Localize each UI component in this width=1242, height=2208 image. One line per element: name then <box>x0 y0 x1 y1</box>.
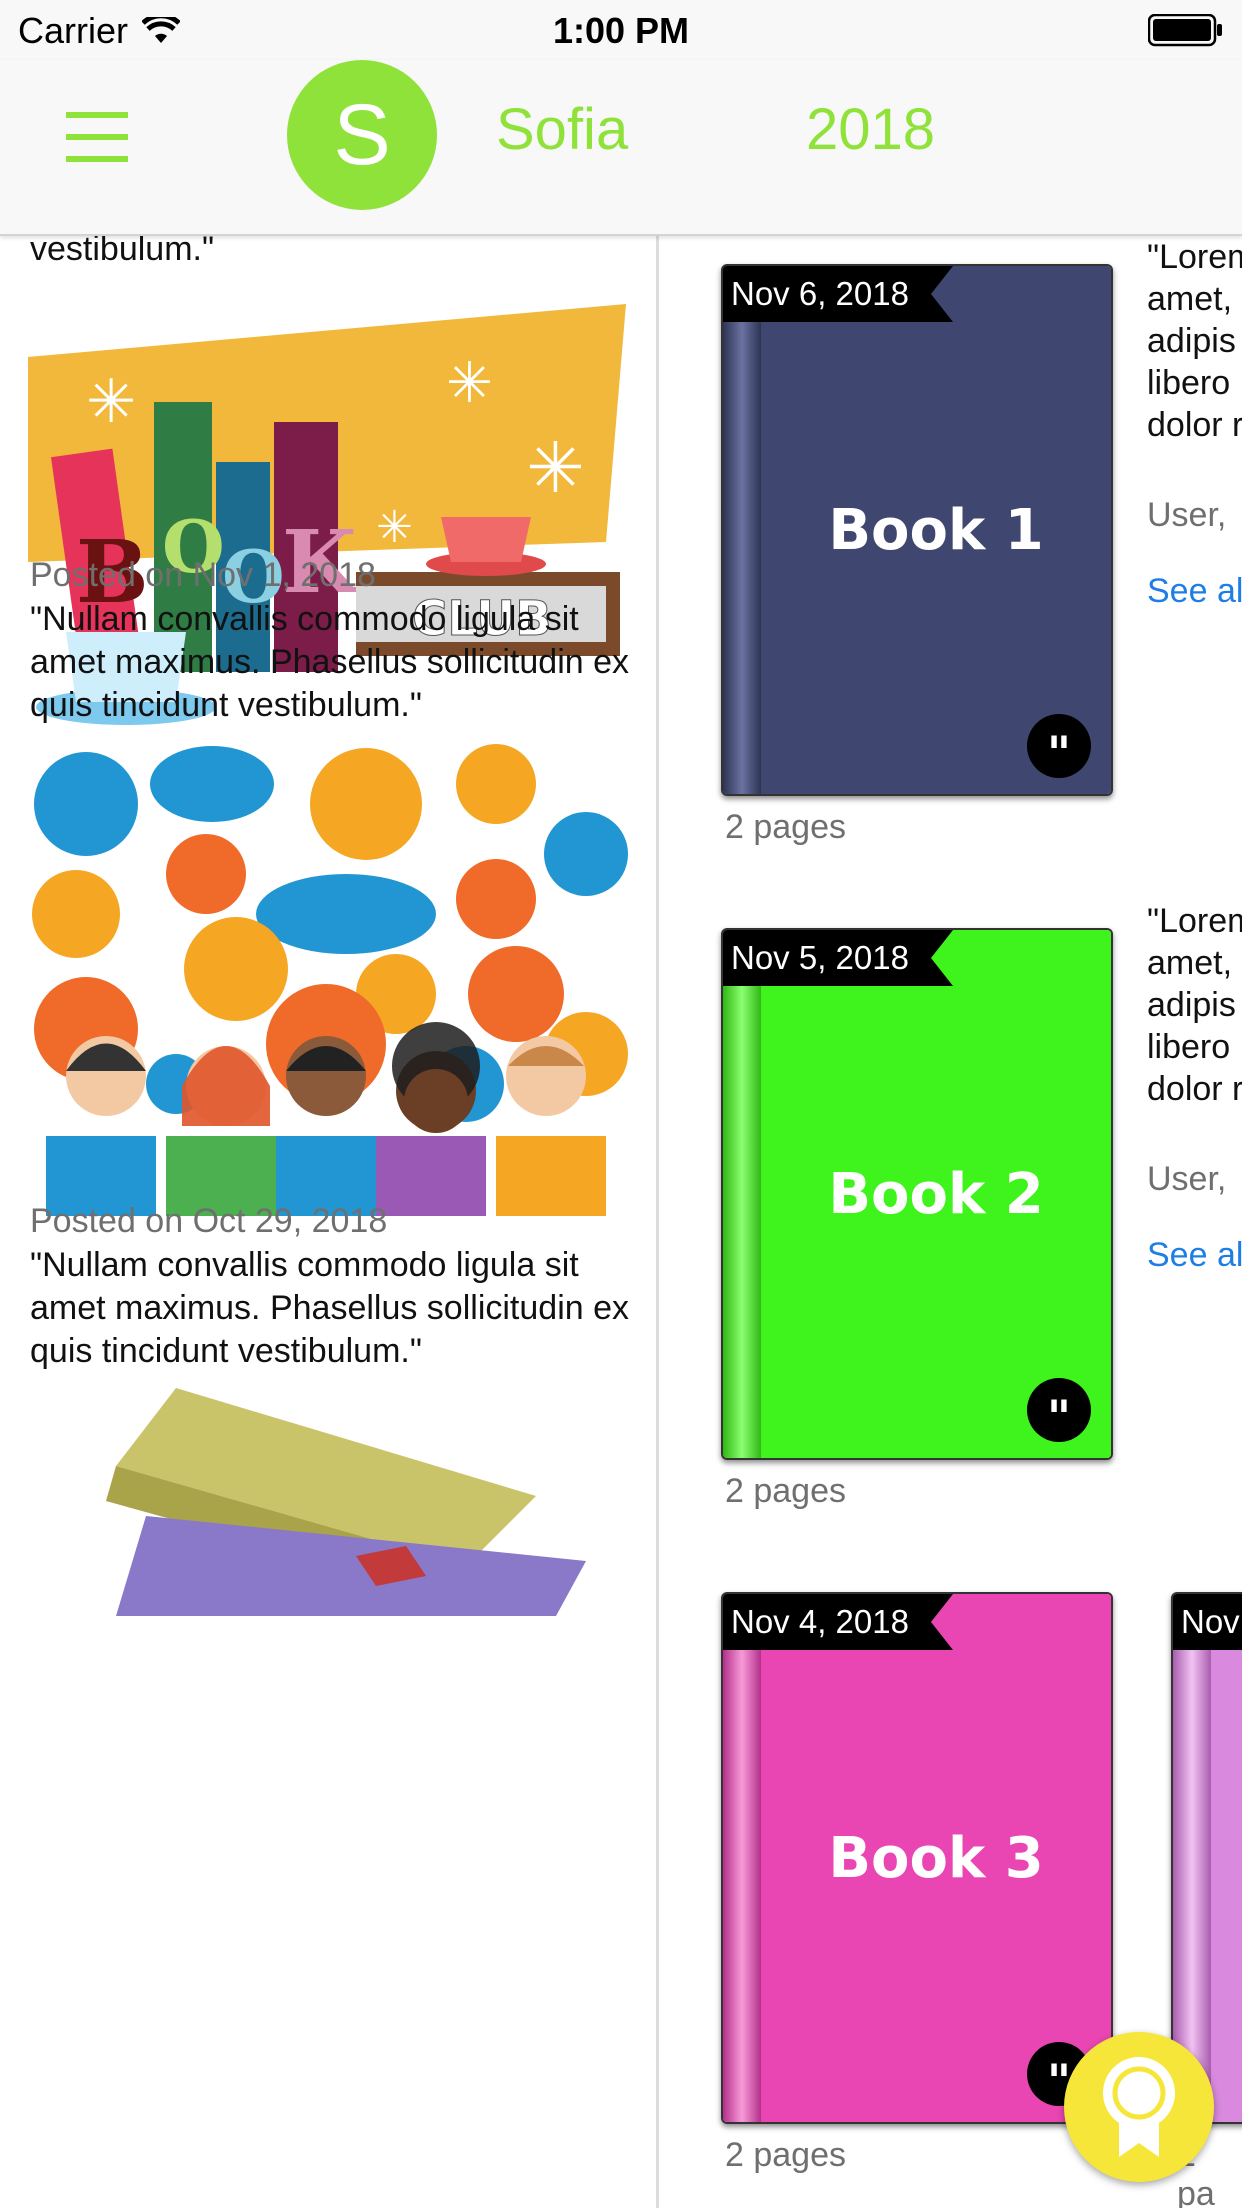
snippet-user: User, <box>1147 1160 1227 1198</box>
post-date: Posted on Oct 29, 2018 <box>30 1202 388 1240</box>
snippet-line: libero <box>1147 364 1231 402</box>
book-snippet: "Lorem amet, adipis libero dolor r <box>1147 900 1242 1110</box>
book-page-count: 2 pages <box>725 1472 846 1510</box>
book-spine <box>723 1594 761 2122</box>
post-date: Posted on Nov 1, 2018 <box>30 556 376 594</box>
book-spine-shade <box>723 266 761 794</box>
book-stack-illustration <box>106 1388 586 1616</box>
book-date-ribbon: Nov 6, 2018 <box>723 266 953 322</box>
snippet-line: amet, <box>1147 280 1233 318</box>
snippet-line: "Lorem <box>1147 902 1242 940</box>
snippet-line: adipis <box>1147 986 1236 1024</box>
snippet-line: adipis <box>1147 322 1236 360</box>
readers-people-illustration <box>46 1022 606 1216</box>
book-cover <box>1211 1594 1242 2122</box>
book-snippet: "Lorem amet, adipis libero dolor r <box>1147 236 1242 446</box>
see-all-link[interactable]: See al <box>1147 1236 1242 1275</box>
book-spine <box>723 930 761 1458</box>
status-time: 1:00 PM <box>552 10 690 51</box>
hamburger-menu-icon[interactable] <box>66 112 128 162</box>
book-date-ribbon: Nov <box>1173 1594 1242 1650</box>
feed-column[interactable]: vestibulum." ✳ ✳ ✳ ✳ B O O K CLUB Posted… <box>0 236 656 2208</box>
battery-icon <box>1148 14 1222 47</box>
app-header: S Sofia 2018 <box>0 60 1242 236</box>
svg-text:✳: ✳ <box>446 351 493 416</box>
quote-icon[interactable]: " <box>1027 714 1091 780</box>
books-column[interactable]: Book 1 Nov 6, 2018 " 2 pages "Lorem amet… <box>659 236 1242 2208</box>
snippet-line: dolor r <box>1147 1070 1242 1108</box>
book-card-partial[interactable]: Nov <box>1171 1592 1242 2124</box>
svg-text:✳: ✳ <box>376 502 413 553</box>
book-page-count: 2 pages <box>725 2136 846 2174</box>
book-card[interactable]: Book 3 Nov 4, 2018 " <box>721 1592 1113 2124</box>
award-ribbon-icon <box>1103 2057 1175 2157</box>
award-fab-button[interactable] <box>1064 2032 1214 2182</box>
see-all-link[interactable]: See al <box>1147 572 1242 611</box>
user-name: Sofia <box>496 97 629 162</box>
snippet-line: dolor r <box>1147 406 1242 444</box>
book-date-ribbon: Nov 4, 2018 <box>723 1594 953 1650</box>
svg-text:✳: ✳ <box>526 427 585 509</box>
book-page-count: 2 pages <box>725 808 846 846</box>
quote-icon[interactable]: " <box>1027 1378 1091 1444</box>
post-text: "Nullam convallis commodo ligula sit ame… <box>30 1246 630 1370</box>
post-text: "Nullam convallis commodo ligula sit ame… <box>30 600 630 724</box>
year-label[interactable]: 2018 <box>806 96 935 163</box>
svg-text:✳: ✳ <box>86 367 136 437</box>
book-card[interactable]: Book 1 Nov 6, 2018 " <box>721 264 1113 796</box>
snippet-line: "Lorem <box>1147 238 1242 276</box>
status-bar: Carrier 1:00 PM <box>0 0 1242 60</box>
post-text-tail: vestibulum." <box>30 236 215 268</box>
snippet-user: User, <box>1147 496 1227 534</box>
avatar[interactable]: S <box>287 60 437 210</box>
snippet-line: libero <box>1147 1028 1231 1066</box>
book-card[interactable]: Book 2 Nov 5, 2018 " <box>721 928 1113 1460</box>
book-date-ribbon: Nov 5, 2018 <box>723 930 953 986</box>
snippet-line: amet, <box>1147 944 1233 982</box>
